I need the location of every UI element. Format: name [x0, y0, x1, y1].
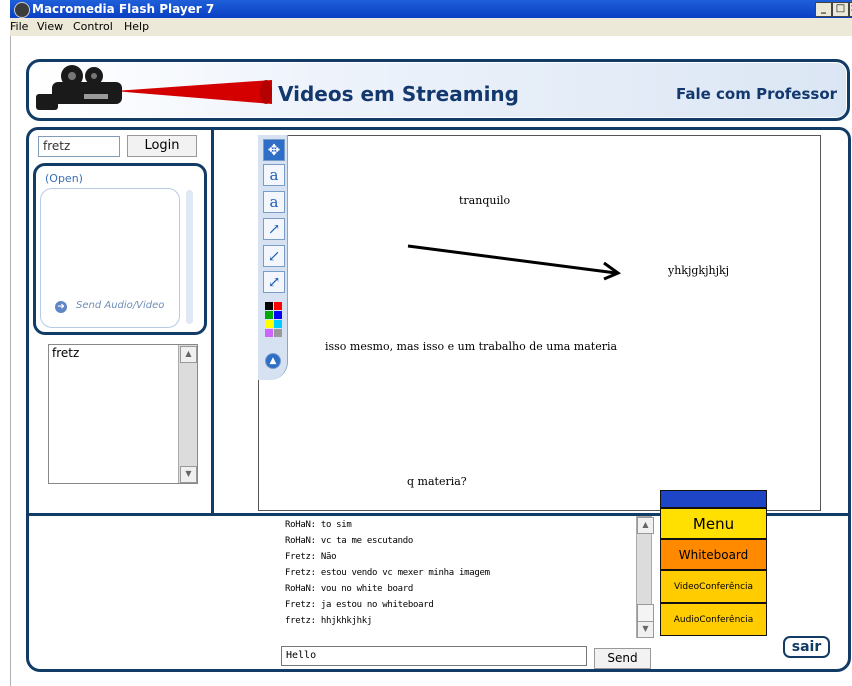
user-list [48, 344, 198, 484]
chat-message: RoHaN: to sim [285, 520, 352, 530]
chat-message: Fretz: Não [285, 552, 337, 562]
double-arrow-tool-icon[interactable]: ⤢ [263, 271, 285, 293]
contact-teacher-link[interactable]: Fale com Professor [676, 85, 837, 103]
menu-title: Menu [660, 508, 767, 539]
menu-file[interactable]: File [10, 20, 28, 33]
color-palette[interactable] [263, 302, 283, 342]
scroll-up-icon[interactable]: ▲ [180, 346, 197, 363]
av-status: (Open) [45, 172, 83, 185]
arrow-right-icon[interactable]: ➜ [55, 301, 67, 313]
menu-view[interactable]: View [37, 20, 63, 33]
whiteboard-text[interactable]: q materia? [407, 475, 467, 488]
whiteboard-text[interactable]: isso mesmo, mas isso e um trabalho de um… [325, 340, 617, 353]
drawn-arrow [407, 244, 622, 281]
color-swatch[interactable] [274, 302, 282, 310]
menubar: File View Control Help [10, 18, 852, 36]
color-swatch[interactable] [274, 320, 282, 328]
exit-button[interactable]: sair [783, 636, 830, 658]
menu-help[interactable]: Help [124, 20, 149, 33]
menu-item-whiteboard[interactable]: Whiteboard [660, 539, 767, 570]
chat-message: RoHaN: vou no white board [285, 584, 413, 594]
arrow-up-right-tool-icon[interactable]: ↗ [263, 218, 285, 240]
minimize-button[interactable]: _ [815, 2, 832, 17]
color-swatch[interactable] [265, 311, 273, 319]
window-titlebar: Macromedia Flash Player 7 _ □ × [10, 0, 852, 18]
color-swatch[interactable] [265, 329, 273, 337]
camera-logo-icon [36, 65, 272, 110]
whiteboard-canvas[interactable] [258, 135, 821, 511]
menu-item-videoconference[interactable]: VideoConferência [660, 570, 767, 603]
user-list-scrollbar[interactable]: ▲ ▼ [178, 345, 197, 483]
chat-message: RoHaN: vc ta me escutando [285, 536, 413, 546]
whiteboard-text[interactable]: tranquilo [459, 194, 510, 207]
list-item[interactable]: fretz [52, 346, 79, 360]
flash-player-icon [14, 2, 30, 18]
color-swatch[interactable] [265, 320, 273, 328]
move-tool-icon[interactable]: ✥ [263, 139, 285, 161]
chat-scrollbar[interactable]: ▲ ▼ [636, 516, 654, 638]
collapse-toolbar-icon[interactable]: ▲ [265, 353, 281, 369]
color-swatch[interactable] [274, 311, 282, 319]
text-tool-icon[interactable]: a [263, 164, 285, 186]
text-box-tool-icon[interactable]: a [263, 191, 285, 213]
chat-message: fretz: hhjkhkjhkj [285, 616, 373, 626]
page-title: Videos em Streaming [278, 82, 519, 106]
send-button[interactable]: Send [594, 648, 651, 669]
chat-message: Fretz: estou vendo vc mexer minha imagem [285, 568, 490, 578]
chat-message: Fretz: ja estou no whiteboard [285, 600, 434, 610]
username-input[interactable]: fretz [38, 136, 120, 157]
scroll-thumb[interactable] [637, 604, 654, 622]
chat-input[interactable]: Hello [281, 646, 587, 666]
menu-item-audioconference[interactable]: AudioConferência [660, 603, 767, 636]
window-border [10, 36, 11, 686]
send-audio-video-button[interactable]: Send Audio/Video [76, 300, 164, 311]
maximize-button[interactable]: □ [832, 2, 849, 17]
scroll-down-icon[interactable]: ▼ [180, 466, 197, 483]
whiteboard-text[interactable]: yhkjgkjhjkj [668, 264, 729, 277]
color-swatch[interactable] [265, 302, 273, 310]
scroll-up-icon[interactable]: ▲ [637, 517, 654, 534]
login-button[interactable]: Login [127, 135, 197, 157]
av-scrollbar[interactable] [186, 190, 193, 324]
scroll-down-icon[interactable]: ▼ [637, 621, 654, 638]
arrow-down-left-tool-icon[interactable]: ↙ [263, 245, 285, 267]
menu-header-bar [660, 490, 767, 508]
window-title: Macromedia Flash Player 7 [32, 2, 215, 16]
panel-divider [211, 127, 214, 515]
color-swatch[interactable] [274, 329, 282, 337]
menu-control[interactable]: Control [73, 20, 113, 33]
